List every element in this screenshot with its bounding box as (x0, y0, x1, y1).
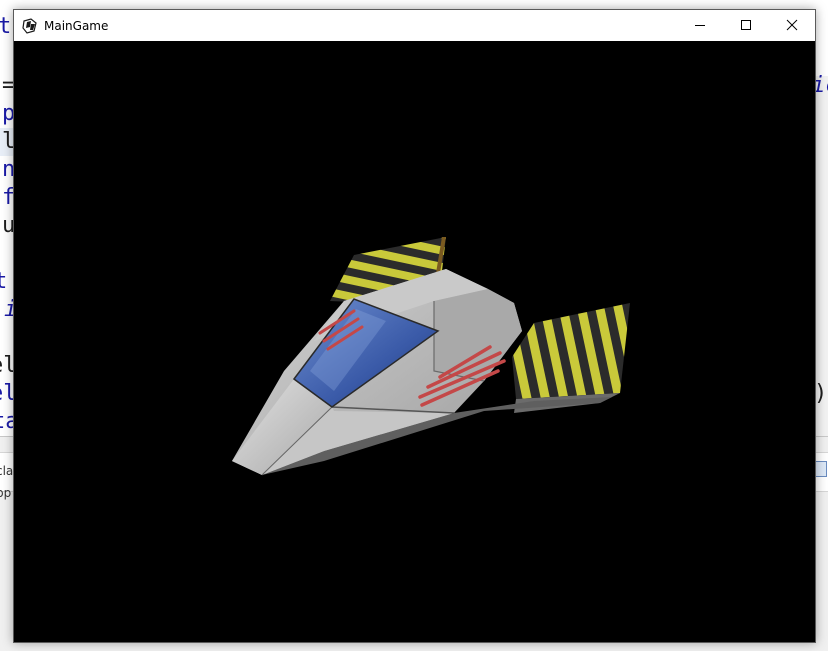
maximize-icon (740, 16, 752, 35)
window-titlebar[interactable]: MainGame (14, 10, 815, 41)
close-icon (786, 16, 798, 35)
editor-fragment: t (0, 269, 8, 294)
game-window: MainGame (13, 9, 816, 643)
spaceship-icon (232, 237, 630, 476)
panel-fragment: pp (0, 486, 12, 500)
game-viewport[interactable] (14, 41, 815, 642)
close-button[interactable] (769, 10, 815, 41)
desktop: th = p l n f u t i el el ta ic ) cla pp (0, 0, 828, 651)
app-icon (22, 17, 38, 34)
window-title: MainGame (44, 18, 109, 33)
maximize-button[interactable] (723, 10, 769, 41)
minimize-icon (694, 16, 706, 35)
panel-fragment: cla (0, 464, 14, 478)
panel-toolbar-icon[interactable] (815, 461, 827, 477)
minimize-button[interactable] (677, 10, 723, 41)
window-controls (677, 10, 815, 41)
